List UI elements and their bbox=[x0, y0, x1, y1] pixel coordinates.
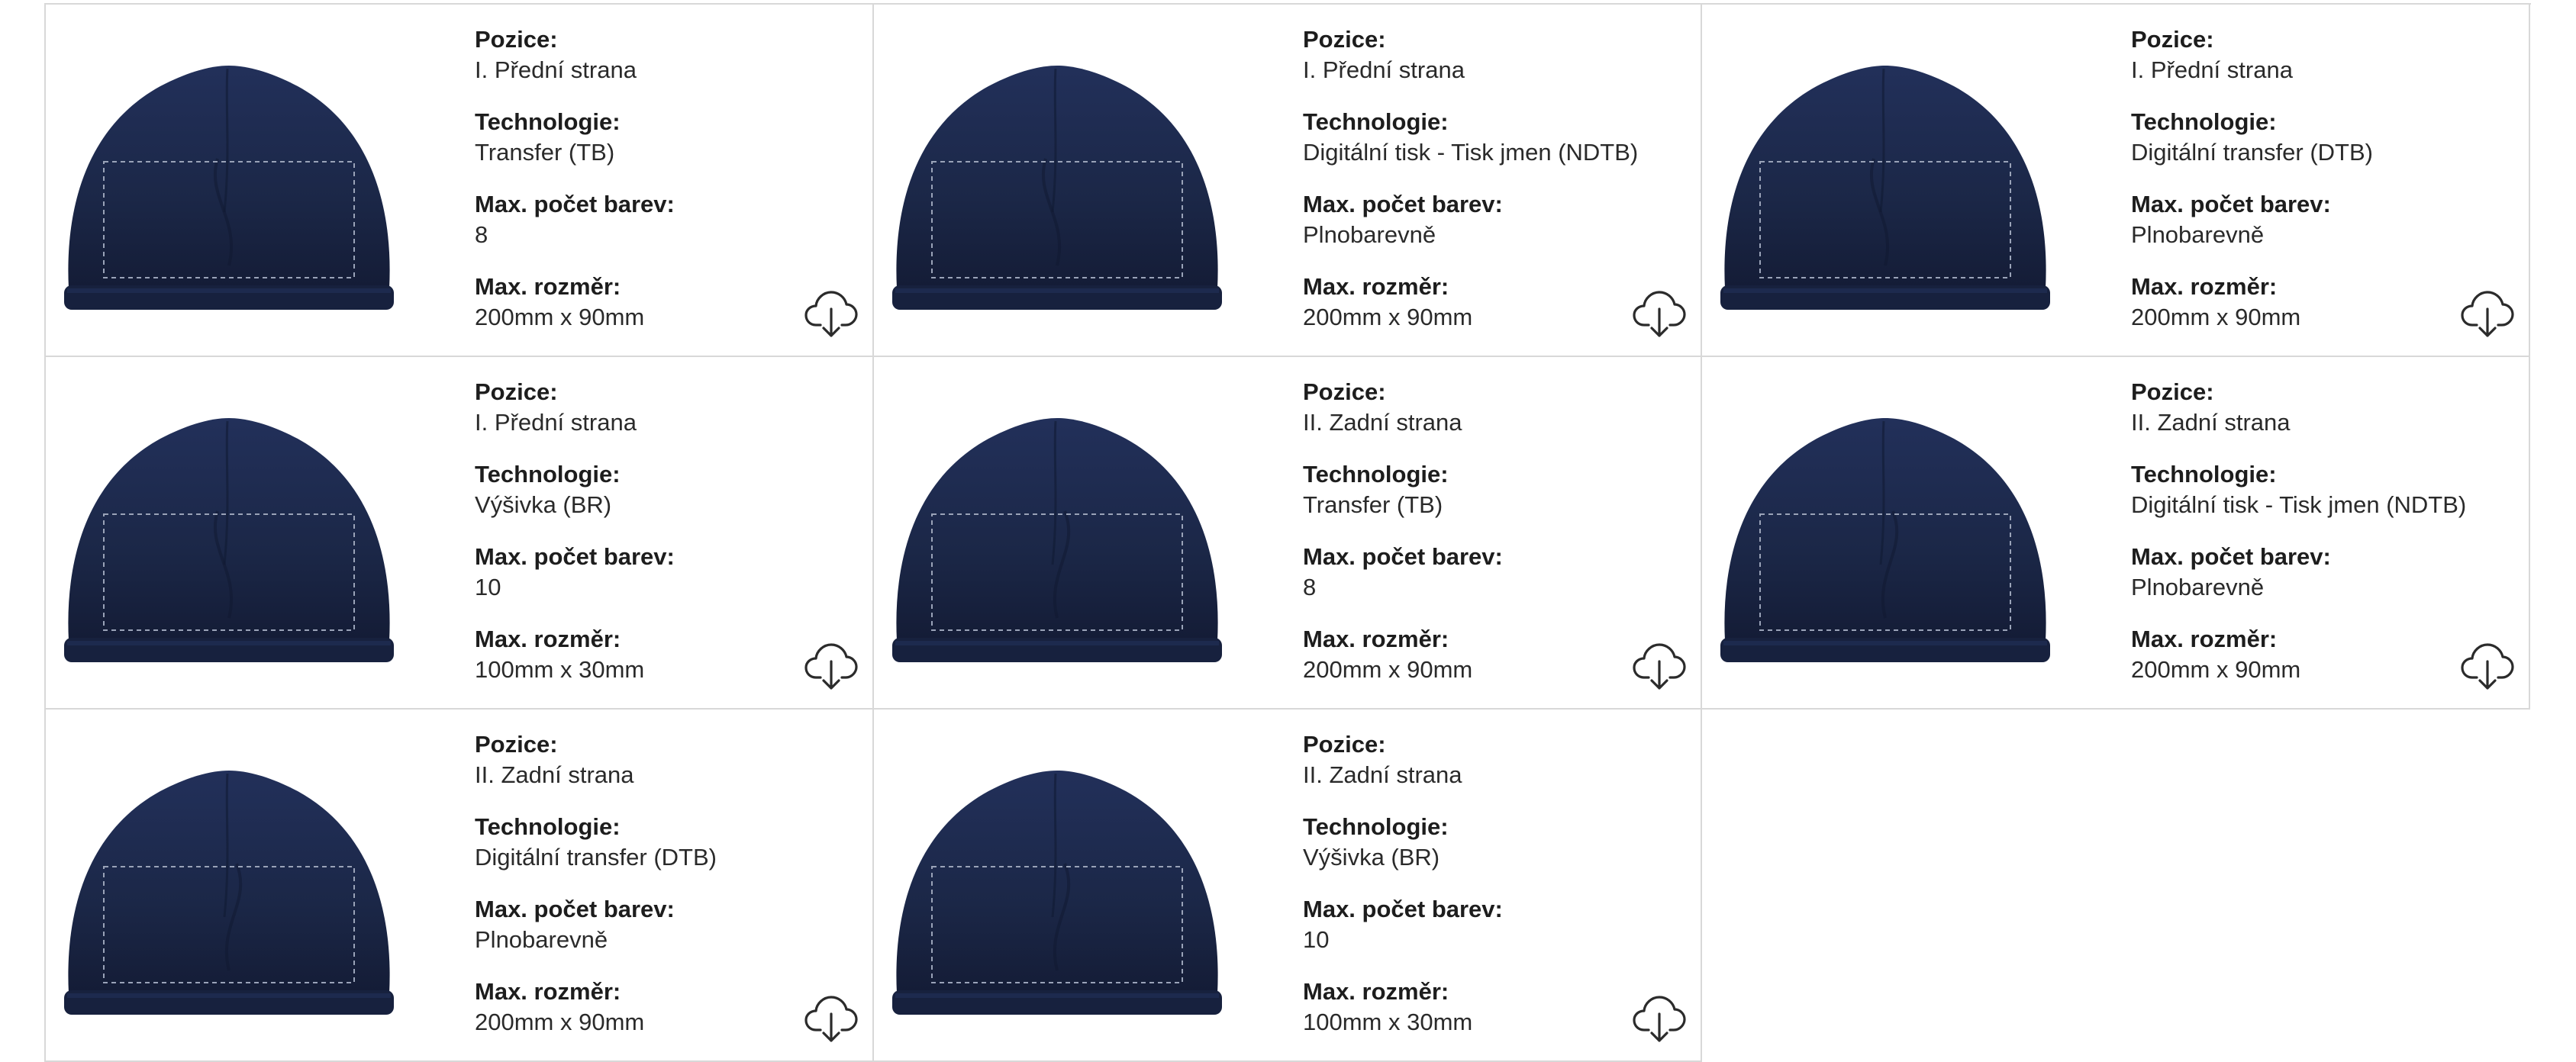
print-option-info: Pozice: II. Zadní strana Technologie: Vý… bbox=[1303, 729, 1685, 1038]
cloud-download-icon[interactable] bbox=[2460, 638, 2515, 693]
max-colors-label: Max. počet barev: bbox=[1303, 896, 1503, 922]
position-label: Pozice: bbox=[475, 26, 558, 53]
beanie-hat-image bbox=[1720, 66, 2050, 310]
technology-label: Technologie: bbox=[2131, 108, 2277, 135]
max-colors-value: 10 bbox=[1303, 926, 1330, 953]
cloud-download-icon[interactable] bbox=[804, 285, 859, 340]
beanie-hat-image bbox=[1720, 418, 2050, 662]
position-value: I. Přední strana bbox=[1303, 56, 1465, 83]
max-colors-value: 8 bbox=[1303, 574, 1317, 600]
cloud-download-icon[interactable] bbox=[804, 990, 859, 1045]
max-size-label: Max. rozměr: bbox=[2131, 626, 2278, 652]
max-size-value: 200mm x 90mm bbox=[2131, 656, 2301, 683]
print-option-card: Pozice: II. Zadní strana Technologie: Di… bbox=[46, 710, 874, 1062]
beanie-hat-image bbox=[892, 66, 1222, 310]
print-options-grid: Pozice: I. Přední strana Technologie: Tr… bbox=[44, 3, 2531, 1062]
max-colors-value: 8 bbox=[475, 221, 488, 248]
print-option-card: Pozice: II. Zadní strana Technologie: Vý… bbox=[874, 710, 1702, 1062]
cloud-download-icon[interactable] bbox=[1632, 285, 1687, 340]
beanie-hat-image bbox=[64, 66, 394, 310]
beanie-hat-image bbox=[892, 418, 1222, 662]
cloud-download-icon[interactable] bbox=[804, 638, 859, 693]
position-label: Pozice: bbox=[1303, 26, 1386, 53]
technology-label: Technologie: bbox=[1303, 813, 1449, 840]
technology-value: Transfer (TB) bbox=[475, 139, 615, 166]
beanie-hat-image bbox=[64, 771, 394, 1015]
max-size-value: 200mm x 90mm bbox=[2131, 304, 2301, 330]
position-label: Pozice: bbox=[475, 731, 558, 758]
max-size-label: Max. rozměr: bbox=[1303, 978, 1449, 1005]
max-size-value: 200mm x 90mm bbox=[1303, 304, 1473, 330]
max-size-value: 100mm x 30mm bbox=[475, 656, 645, 683]
position-label: Pozice: bbox=[1303, 378, 1386, 405]
technology-label: Technologie: bbox=[1303, 108, 1449, 135]
position-label: Pozice: bbox=[1303, 731, 1386, 758]
max-colors-value: 10 bbox=[475, 574, 501, 600]
technology-value: Digitální transfer (DTB) bbox=[475, 844, 717, 871]
max-size-label: Max. rozměr: bbox=[1303, 626, 1449, 652]
technology-label: Technologie: bbox=[475, 461, 621, 488]
max-colors-value: Plnobarevně bbox=[1303, 221, 1436, 248]
print-option-info: Pozice: I. Přední strana Technologie: Tr… bbox=[475, 24, 856, 333]
technology-label: Technologie: bbox=[2131, 461, 2277, 488]
technology-label: Technologie: bbox=[1303, 461, 1449, 488]
max-size-label: Max. rozměr: bbox=[2131, 273, 2278, 300]
technology-label: Technologie: bbox=[475, 813, 621, 840]
technology-value: Digitální tisk - Tisk jmen (NDTB) bbox=[1303, 139, 1639, 166]
max-size-value: 100mm x 30mm bbox=[1303, 1009, 1473, 1035]
position-value: I. Přední strana bbox=[475, 56, 637, 83]
print-option-info: Pozice: I. Přední strana Technologie: Di… bbox=[2131, 24, 2513, 333]
beanie-hat-image bbox=[64, 418, 394, 662]
beanie-hat-image bbox=[892, 771, 1222, 1015]
max-size-value: 200mm x 90mm bbox=[1303, 656, 1473, 683]
technology-label: Technologie: bbox=[475, 108, 621, 135]
technology-value: Transfer (TB) bbox=[1303, 491, 1443, 518]
max-size-label: Max. rozměr: bbox=[475, 626, 621, 652]
position-value: II. Zadní strana bbox=[475, 761, 634, 788]
position-label: Pozice: bbox=[2131, 26, 2214, 53]
max-colors-label: Max. počet barev: bbox=[2131, 191, 2331, 217]
max-size-value: 200mm x 90mm bbox=[475, 1009, 645, 1035]
technology-value: Digitální tisk - Tisk jmen (NDTB) bbox=[2131, 491, 2467, 518]
max-size-value: 200mm x 90mm bbox=[475, 304, 645, 330]
max-colors-label: Max. počet barev: bbox=[2131, 543, 2331, 570]
max-size-label: Max. rozměr: bbox=[1303, 273, 1449, 300]
technology-value: Výšivka (BR) bbox=[1303, 844, 1440, 871]
print-option-info: Pozice: I. Přední strana Technologie: Di… bbox=[1303, 24, 1685, 333]
position-value: I. Přední strana bbox=[475, 409, 637, 436]
max-colors-label: Max. počet barev: bbox=[1303, 191, 1503, 217]
position-label: Pozice: bbox=[2131, 378, 2214, 405]
print-option-card: Pozice: II. Zadní strana Technologie: Tr… bbox=[874, 357, 1702, 710]
max-size-label: Max. rozměr: bbox=[475, 273, 621, 300]
max-colors-label: Max. počet barev: bbox=[1303, 543, 1503, 570]
cloud-download-icon[interactable] bbox=[2460, 285, 2515, 340]
max-colors-value: Plnobarevně bbox=[475, 926, 608, 953]
technology-value: Výšivka (BR) bbox=[475, 491, 612, 518]
print-option-info: Pozice: II. Zadní strana Technologie: Di… bbox=[2131, 377, 2513, 685]
print-option-info: Pozice: I. Přední strana Technologie: Vý… bbox=[475, 377, 856, 685]
position-value: II. Zadní strana bbox=[2131, 409, 2291, 436]
print-option-info: Pozice: II. Zadní strana Technologie: Tr… bbox=[1303, 377, 1685, 685]
max-colors-value: Plnobarevně bbox=[2131, 574, 2265, 600]
position-label: Pozice: bbox=[475, 378, 558, 405]
max-colors-label: Max. počet barev: bbox=[475, 191, 675, 217]
position-value: II. Zadní strana bbox=[1303, 761, 1462, 788]
print-option-card: Pozice: I. Přední strana Technologie: Vý… bbox=[46, 357, 874, 710]
print-option-card: Pozice: I. Přední strana Technologie: Di… bbox=[1702, 5, 2530, 357]
max-size-label: Max. rozměr: bbox=[475, 978, 621, 1005]
print-option-info: Pozice: II. Zadní strana Technologie: Di… bbox=[475, 729, 856, 1038]
cloud-download-icon[interactable] bbox=[1632, 990, 1687, 1045]
max-colors-label: Max. počet barev: bbox=[475, 543, 675, 570]
cloud-download-icon[interactable] bbox=[1632, 638, 1687, 693]
technology-value: Digitální transfer (DTB) bbox=[2131, 139, 2373, 166]
position-value: II. Zadní strana bbox=[1303, 409, 1462, 436]
print-option-card: Pozice: I. Přední strana Technologie: Tr… bbox=[46, 5, 874, 357]
max-colors-value: Plnobarevně bbox=[2131, 221, 2265, 248]
position-value: I. Přední strana bbox=[2131, 56, 2293, 83]
print-option-card: Pozice: I. Přední strana Technologie: Di… bbox=[874, 5, 1702, 357]
print-option-card: Pozice: II. Zadní strana Technologie: Di… bbox=[1702, 357, 2530, 710]
max-colors-label: Max. počet barev: bbox=[475, 896, 675, 922]
